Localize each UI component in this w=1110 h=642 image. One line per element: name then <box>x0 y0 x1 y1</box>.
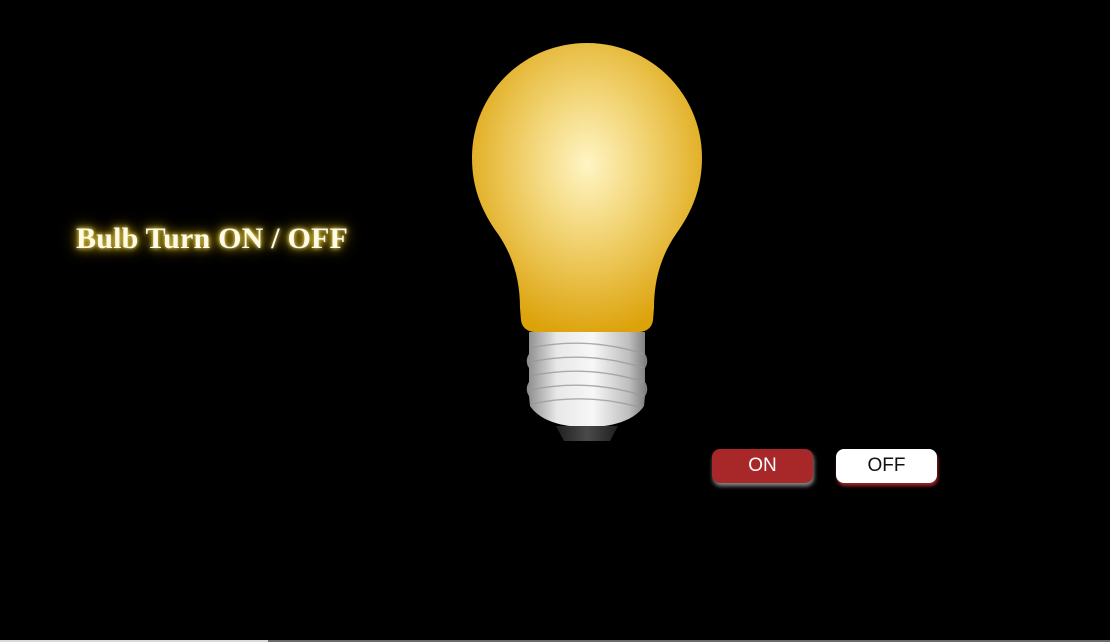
light-bulb-icon <box>472 43 702 441</box>
page: Bulb Turn ON / OFF ON OFF <box>0 0 1110 642</box>
page-title: Bulb Turn ON / OFF <box>76 222 349 255</box>
off-button[interactable]: OFF <box>836 449 937 483</box>
bulb-tip <box>556 426 618 441</box>
bulb-base <box>526 332 648 426</box>
bulb-glass <box>472 43 702 332</box>
on-button[interactable]: ON <box>712 449 813 483</box>
